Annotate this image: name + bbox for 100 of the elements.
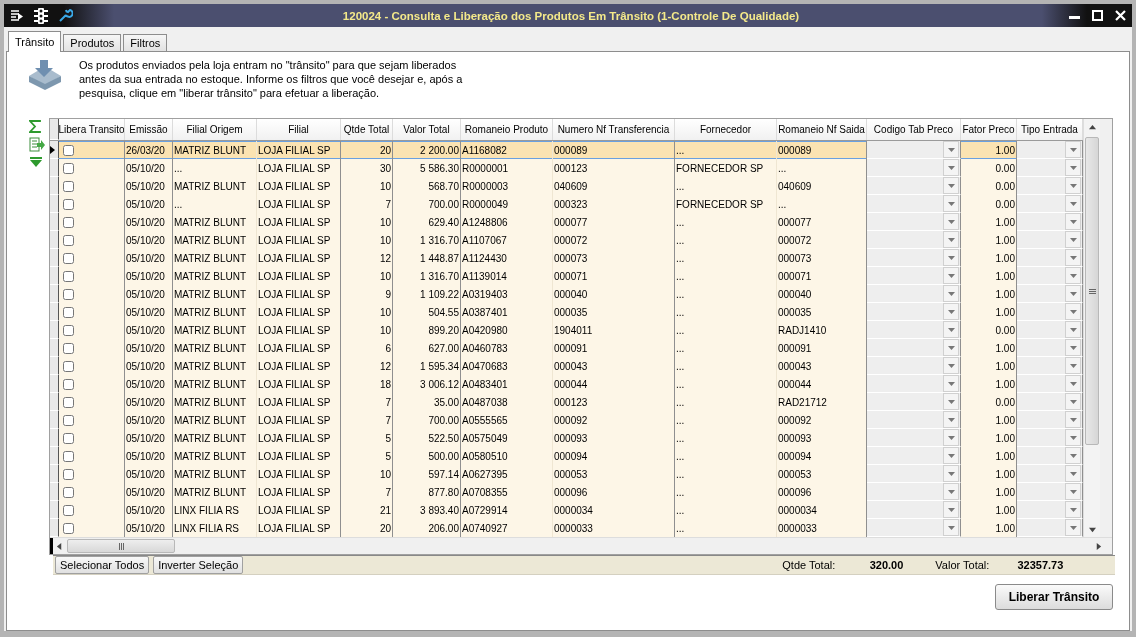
checkbox[interactable]: [63, 324, 74, 336]
row-header[interactable]: [50, 501, 59, 519]
dropdown-field[interactable]: [867, 285, 961, 303]
scroll-up-icon[interactable]: [1088, 123, 1096, 131]
vertical-scrollbar[interactable]: [1083, 119, 1100, 537]
table-row[interactable]: 05/10/20 LINX FILIA RS LOJA FILIAL SP 20 206.00 A0740927 0000033 ... 0000033 1.00: [50, 519, 1083, 537]
dropdown-arrow-icon[interactable]: [1069, 363, 1077, 368]
menu-arrow-icon[interactable]: [10, 8, 24, 23]
dropdown-field[interactable]: [1017, 483, 1083, 501]
column-header[interactable]: Tipo Entrada: [1017, 119, 1083, 140]
dropdown-arrow-icon[interactable]: [947, 363, 955, 368]
table-row[interactable]: 05/10/20 ... LOJA FILIAL SP 30 5 586.30 R0000001 000123 FORNECEDOR SP ... 0.00: [50, 159, 1083, 177]
checkbox[interactable]: [63, 378, 74, 390]
dropdown-arrow-icon[interactable]: [1069, 345, 1077, 350]
row-header[interactable]: [50, 249, 59, 267]
dropdown-arrow-icon[interactable]: [947, 309, 955, 314]
dropdown-field[interactable]: [867, 447, 961, 465]
dropdown-field[interactable]: [1017, 375, 1083, 393]
dropdown-field[interactable]: [1017, 141, 1083, 159]
checkbox[interactable]: [63, 522, 74, 534]
row-header[interactable]: [50, 411, 59, 429]
dropdown-arrow-icon[interactable]: [1069, 291, 1077, 296]
column-header[interactable]: Fator Preco: [961, 119, 1017, 140]
row-header[interactable]: [50, 159, 59, 177]
dropdown-field[interactable]: [1017, 249, 1083, 267]
dropdown-field[interactable]: [867, 483, 961, 501]
dropdown-arrow-icon[interactable]: [947, 147, 955, 152]
checkbox[interactable]: [63, 468, 74, 480]
dropdown-field[interactable]: [1017, 411, 1083, 429]
export-list-icon[interactable]: [29, 137, 45, 153]
row-header[interactable]: [50, 321, 59, 339]
sum-icon[interactable]: [29, 120, 41, 133]
table-row[interactable]: 05/10/20 MATRIZ BLUNT LOJA FILIAL SP 7 877.80 A0708355 000096 ... 000096 1.00: [50, 483, 1083, 501]
checkbox[interactable]: [63, 360, 74, 372]
checkbox[interactable]: [63, 306, 74, 318]
scroll-left-icon[interactable]: [55, 542, 63, 550]
dropdown-field[interactable]: [1017, 303, 1083, 321]
footer-button[interactable]: Inverter Seleção: [153, 556, 244, 574]
dropdown-arrow-icon[interactable]: [947, 183, 955, 188]
dropdown-arrow-icon[interactable]: [947, 471, 955, 476]
dropdown-arrow-icon[interactable]: [1069, 381, 1077, 386]
row-header[interactable]: [50, 177, 59, 195]
row-header[interactable]: [50, 483, 59, 501]
dropdown-field[interactable]: [1017, 357, 1083, 375]
table-row[interactable]: 05/10/20 MATRIZ BLUNT LOJA FILIAL SP 7 35.00 A0487038 000123 ... RAD21712 0.00: [50, 393, 1083, 411]
checkbox[interactable]: [63, 180, 74, 192]
dropdown-field[interactable]: [867, 321, 961, 339]
dropdown-field[interactable]: [867, 465, 961, 483]
table-row[interactable]: 05/10/20 MATRIZ BLUNT LOJA FILIAL SP 10 899.20 A0420980 1904011 ... RADJ1410 0.00: [50, 321, 1083, 339]
dropdown-field[interactable]: [1017, 465, 1083, 483]
table-row[interactable]: 05/10/20 MATRIZ BLUNT LOJA FILIAL SP 12 1 448.87 A1124430 000073 ... 000073 1.00: [50, 249, 1083, 267]
row-header[interactable]: [50, 195, 59, 213]
row-header[interactable]: [50, 231, 59, 249]
row-header[interactable]: [50, 465, 59, 483]
checkbox[interactable]: [63, 144, 74, 156]
checkbox[interactable]: [63, 162, 74, 174]
dropdown-arrow-icon[interactable]: [1069, 201, 1077, 206]
tab[interactable]: Trânsito: [8, 31, 62, 52]
column-header[interactable]: Filial: [257, 119, 341, 140]
scroll-right-icon[interactable]: [1094, 542, 1102, 550]
dropdown-arrow-icon[interactable]: [1069, 219, 1077, 224]
dropdown-arrow-icon[interactable]: [947, 327, 955, 332]
dropdown-arrow-icon[interactable]: [947, 381, 955, 386]
row-header[interactable]: [50, 141, 59, 159]
table-row[interactable]: 05/10/20 MATRIZ BLUNT LOJA FILIAL SP 9 1 109.22 A0319403 000040 ... 000040 1.00: [50, 285, 1083, 303]
dropdown-field[interactable]: [867, 177, 961, 195]
checkbox[interactable]: [63, 252, 74, 264]
dropdown-arrow-icon[interactable]: [947, 165, 955, 170]
dropdown-field[interactable]: [867, 303, 961, 321]
dropdown-arrow-icon[interactable]: [1069, 147, 1077, 152]
checkbox[interactable]: [63, 486, 74, 498]
dropdown-field[interactable]: [867, 195, 961, 213]
dropdown-field[interactable]: [1017, 267, 1083, 285]
checkbox[interactable]: [63, 216, 74, 228]
wrench-icon[interactable]: [58, 8, 73, 23]
scroll-down-icon[interactable]: [1088, 525, 1096, 533]
table-row[interactable]: 05/10/20 MATRIZ BLUNT LOJA FILIAL SP 5 500.00 A0580510 000094 ... 000094 1.00: [50, 447, 1083, 465]
dropdown-field[interactable]: [1017, 447, 1083, 465]
dropdown-field[interactable]: [1017, 429, 1083, 447]
dropdown-arrow-icon[interactable]: [947, 417, 955, 422]
horizontal-scrollbar[interactable]: [50, 537, 1112, 554]
close-icon[interactable]: [1115, 10, 1126, 21]
dropdown-field[interactable]: [1017, 285, 1083, 303]
table-row[interactable]: 05/10/20 MATRIZ BLUNT LOJA FILIAL SP 10 1 316.70 A1139014 000071 ... 000071 1.00: [50, 267, 1083, 285]
dropdown-arrow-icon[interactable]: [947, 435, 955, 440]
row-header[interactable]: [50, 213, 59, 231]
dropdown-field[interactable]: [867, 213, 961, 231]
dropdown-arrow-icon[interactable]: [1069, 309, 1077, 314]
table-row[interactable]: 05/10/20 MATRIZ BLUNT LOJA FILIAL SP 5 522.50 A0575049 000093 ... 000093 1.00: [50, 429, 1083, 447]
row-header[interactable]: [50, 303, 59, 321]
dropdown-field[interactable]: [867, 357, 961, 375]
checkbox[interactable]: [63, 234, 74, 246]
table-row[interactable]: 05/10/20 MATRIZ BLUNT LOJA FILIAL SP 10 504.55 A0387401 000035 ... 000035 1.00: [50, 303, 1083, 321]
dropdown-field[interactable]: [867, 249, 961, 267]
column-header[interactable]: Filial Origem: [173, 119, 257, 140]
tab[interactable]: Produtos: [63, 34, 122, 52]
dropdown-arrow-icon[interactable]: [1069, 399, 1077, 404]
checkbox[interactable]: [63, 432, 74, 444]
dropdown-field[interactable]: [1017, 501, 1083, 519]
dropdown-arrow-icon[interactable]: [1069, 435, 1077, 440]
